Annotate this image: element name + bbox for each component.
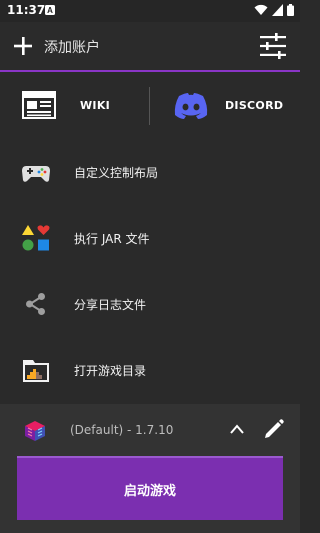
notification-app-icon: A — [45, 5, 55, 15]
share-icon — [26, 293, 45, 315]
menu-item-custom-controls[interactable]: 自定义控制布局 — [0, 139, 300, 205]
battery-icon — [287, 4, 294, 16]
menu-item-label: 执行 JAR 文件 — [74, 232, 150, 246]
account-header: 添加账户 — [0, 22, 300, 72]
signal-icon — [272, 4, 283, 16]
newspaper-icon — [22, 91, 56, 119]
discord-icon — [174, 93, 208, 119]
menu-item-open-game-dir[interactable]: 打开游戏目录 — [0, 337, 300, 403]
links-divider — [149, 87, 150, 125]
launch-game-button[interactable]: 启动游戏 — [17, 456, 283, 520]
chevron-up-icon[interactable] — [229, 423, 245, 435]
add-icon[interactable] — [13, 36, 33, 56]
menu-item-run-jar[interactable]: 执行 JAR 文件 — [0, 205, 300, 271]
shapes-icon — [22, 225, 50, 251]
profile-version-label: (Default) - 1.7.10 — [70, 423, 174, 437]
menu-item-label: 分享日志文件 — [74, 298, 147, 312]
wiki-label: WIKI — [80, 99, 111, 112]
profile-block-icon — [25, 421, 45, 441]
folder-icon — [23, 360, 49, 382]
wiki-button[interactable]: WIKI — [0, 72, 148, 139]
settings-sliders-icon[interactable] — [259, 33, 287, 59]
menu-item-share-logs[interactable]: 分享日志文件 — [0, 271, 300, 337]
gamepad-icon — [22, 166, 50, 182]
profile-selector[interactable]: (Default) - 1.7.10 — [0, 404, 300, 456]
wifi-icon — [254, 4, 268, 15]
edit-pencil-icon[interactable] — [263, 418, 285, 440]
add-account-button[interactable]: 添加账户 — [44, 37, 100, 57]
status-time: 11:37 — [7, 3, 46, 17]
discord-label: DISCORD — [225, 99, 284, 112]
discord-button[interactable]: DISCORD — [151, 72, 300, 139]
menu-item-label: 打开游戏目录 — [74, 364, 147, 378]
menu-item-label: 自定义控制布局 — [74, 166, 159, 180]
bottom-panel: (Default) - 1.7.10 启动游戏 — [0, 404, 300, 533]
notification-letter: A — [47, 6, 53, 15]
status-bar: 11:37 A — [0, 0, 300, 22]
links-row: WIKI DISCORD — [0, 72, 300, 139]
